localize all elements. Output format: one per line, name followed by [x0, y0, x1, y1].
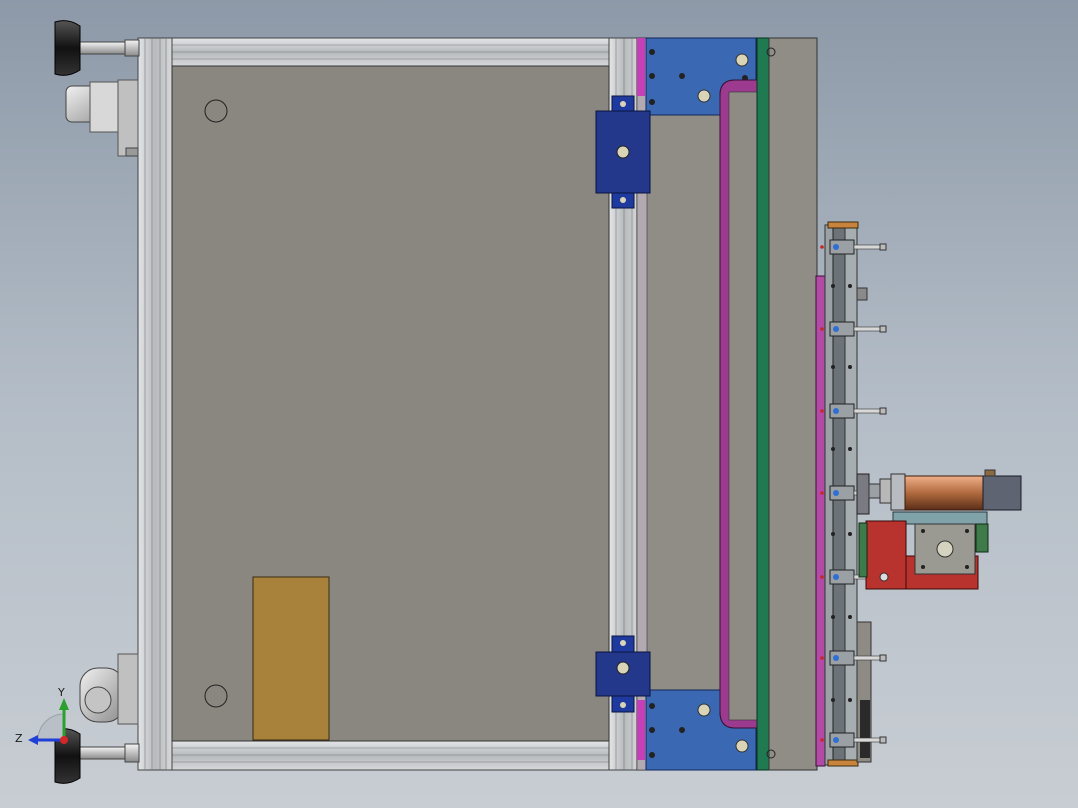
motor-assembly [856, 469, 1022, 590]
toggle-clamp [820, 403, 887, 419]
cad-viewport[interactable]: Y Z [0, 0, 1078, 808]
toggle-clamp [820, 239, 887, 255]
servo-motor [904, 475, 984, 511]
bearing-block-top [595, 95, 651, 209]
coordinate-triad [28, 698, 69, 745]
base-panel [171, 65, 610, 742]
magenta-edge-bottom [637, 700, 645, 760]
cad-drawing [28, 20, 1022, 784]
toggle-clamp [820, 650, 887, 666]
brown-plate [252, 576, 330, 741]
leveling-foot-bottom [54, 728, 140, 784]
toggle-clamp [820, 732, 887, 748]
caster-wheel-bottom [79, 653, 139, 725]
outer-plate [768, 37, 818, 771]
toggle-clamp [820, 321, 887, 337]
frame-left-post [137, 37, 173, 771]
green-strip [756, 37, 770, 771]
triad-y-label: Y [58, 686, 65, 699]
triad-z-label: Z [15, 732, 23, 745]
frame-bottom-rail [137, 740, 613, 771]
leveling-foot-top [54, 20, 140, 76]
caster-wheel-top [65, 79, 139, 157]
magenta-edge-top [637, 38, 645, 96]
inner-plate [728, 91, 758, 721]
